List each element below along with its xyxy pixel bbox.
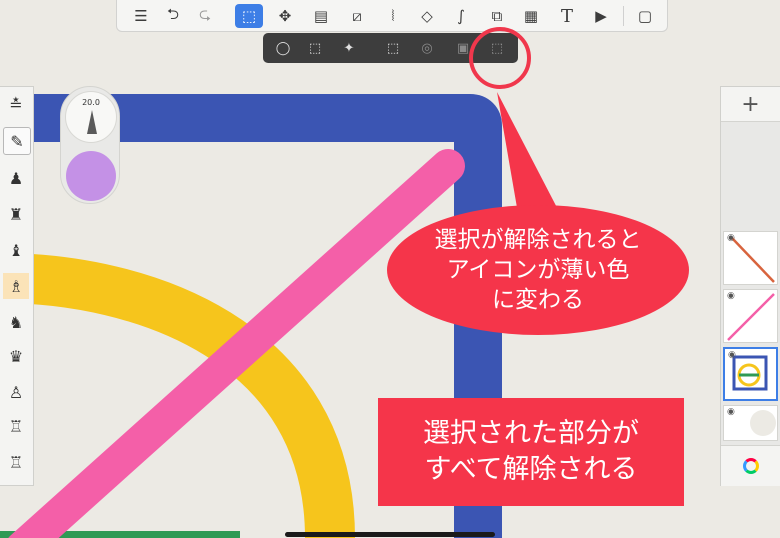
annotation-box-line: 選択された部分が — [423, 418, 639, 449]
annotation-box: 選択された部分が すべて解除される — [378, 398, 684, 506]
home-indicator — [285, 532, 495, 537]
annotation-bubble-line: アイコンが薄い色 — [446, 257, 630, 283]
annotation-box-line: すべて解除される — [424, 454, 638, 485]
annotation-bubble: 選択が解除されると アイコンが薄い色 に変わる — [387, 205, 689, 335]
annotation-bubble-line: に変わる — [492, 287, 584, 313]
annotation-bubble-line: 選択が解除されると — [434, 227, 642, 253]
